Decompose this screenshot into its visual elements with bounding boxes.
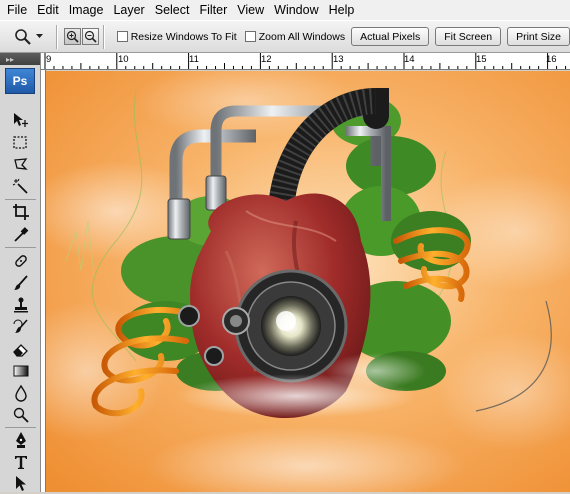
gradient-tool[interactable]: [9, 360, 33, 382]
crop-icon: [13, 204, 29, 220]
menu-bar: File Edit Image Layer Select Filter View…: [0, 0, 570, 20]
history-brush-icon: [13, 319, 28, 333]
healing-brush-tool[interactable]: [9, 250, 33, 272]
ruler-number: 10: [118, 54, 129, 65]
options-bar: Resize Windows To Fit Zoom All Windows A…: [0, 20, 570, 53]
move-icon: [14, 113, 28, 127]
lasso-icon: [14, 158, 28, 170]
menu-window[interactable]: Window: [269, 0, 323, 20]
eyedropper-tool[interactable]: [9, 224, 33, 246]
zoom-out-button[interactable]: [81, 28, 99, 45]
actual-pixels-button[interactable]: Actual Pixels: [351, 27, 430, 46]
separator: [102, 24, 105, 49]
menu-layer[interactable]: Layer: [108, 0, 149, 20]
path-select-tool[interactable]: [9, 472, 33, 494]
tool-separator: [5, 247, 36, 248]
resize-windows-label: Resize Windows To Fit: [130, 30, 237, 43]
ruler-number: 16: [546, 54, 557, 65]
menu-edit[interactable]: Edit: [32, 0, 64, 20]
photoshop-logo[interactable]: Ps: [5, 68, 35, 94]
marquee-icon: [13, 136, 27, 149]
clone-stamp-icon: [14, 297, 28, 313]
menu-filter[interactable]: Filter: [194, 0, 232, 20]
dodge-tool[interactable]: [9, 404, 33, 426]
document-canvas[interactable]: [46, 71, 570, 492]
fit-screen-button[interactable]: Fit Screen: [435, 27, 502, 46]
top-ruler: 9 10 11 12 13 14 15 16: [41, 53, 570, 70]
eraser-icon: [13, 344, 28, 357]
pen-icon: [16, 432, 26, 448]
gradient-icon: [13, 365, 29, 377]
tools-panel: ▸▸ Ps: [0, 53, 41, 492]
pen-tool[interactable]: [9, 429, 33, 451]
clone-stamp-tool[interactable]: [9, 294, 33, 316]
eyedropper-icon: [14, 227, 29, 242]
ruler-number: 15: [476, 54, 487, 65]
eraser-tool[interactable]: [9, 338, 33, 360]
brush-tool[interactable]: [9, 272, 33, 294]
panel-grip[interactable]: ▸▸: [0, 53, 40, 65]
tool-separator: [5, 199, 36, 200]
menu-file[interactable]: File: [2, 0, 32, 20]
dodge-icon: [13, 407, 29, 423]
healing-brush-icon: [15, 255, 27, 267]
lasso-tool[interactable]: [9, 154, 33, 176]
zoom-in-icon: [66, 30, 79, 43]
menu-help[interactable]: Help: [324, 0, 360, 20]
artwork-heart-machine: [46, 71, 570, 492]
port-left: [178, 305, 200, 327]
menu-select[interactable]: Select: [150, 0, 195, 20]
checkbox-box[interactable]: [244, 31, 256, 42]
menu-view[interactable]: View: [232, 0, 269, 20]
separator: [55, 24, 58, 49]
type-tool[interactable]: [9, 451, 33, 473]
ruler-number: 13: [333, 54, 344, 65]
type-icon: [15, 456, 27, 469]
zoom-in-button[interactable]: [63, 28, 81, 45]
port-lower: [204, 346, 224, 366]
move-tool[interactable]: [9, 109, 33, 131]
tool-preset-picker[interactable]: [6, 24, 52, 50]
chevron-down-icon: [36, 34, 44, 38]
menu-image[interactable]: Image: [64, 0, 109, 20]
blur-icon: [15, 384, 27, 402]
ruler-number: 9: [46, 54, 52, 65]
brush-icon: [14, 275, 28, 290]
checkbox-box[interactable]: [116, 31, 128, 42]
magic-wand-icon: [12, 178, 28, 194]
ruler-number: 11: [189, 54, 199, 65]
print-size-button[interactable]: Print Size: [507, 27, 570, 46]
crop-tool[interactable]: [9, 201, 33, 223]
ruler-number: 14: [404, 54, 415, 65]
zoom-all-windows-checkbox[interactable]: Zoom All Windows: [244, 30, 346, 43]
ruler-number: 12: [261, 54, 272, 65]
path-select-icon: [16, 476, 26, 491]
magic-wand-tool[interactable]: [9, 176, 33, 198]
zoom-tool-icon: [15, 28, 32, 45]
marquee-tool[interactable]: [9, 132, 33, 154]
resize-windows-checkbox[interactable]: Resize Windows To Fit: [116, 30, 237, 43]
zoom-out-icon: [84, 30, 97, 43]
zoom-all-label: Zoom All Windows: [258, 30, 346, 43]
history-brush-tool[interactable]: [9, 316, 33, 338]
zoom-mode-buttons: [63, 28, 99, 45]
blur-tool[interactable]: [9, 382, 33, 404]
tool-separator: [5, 427, 36, 428]
